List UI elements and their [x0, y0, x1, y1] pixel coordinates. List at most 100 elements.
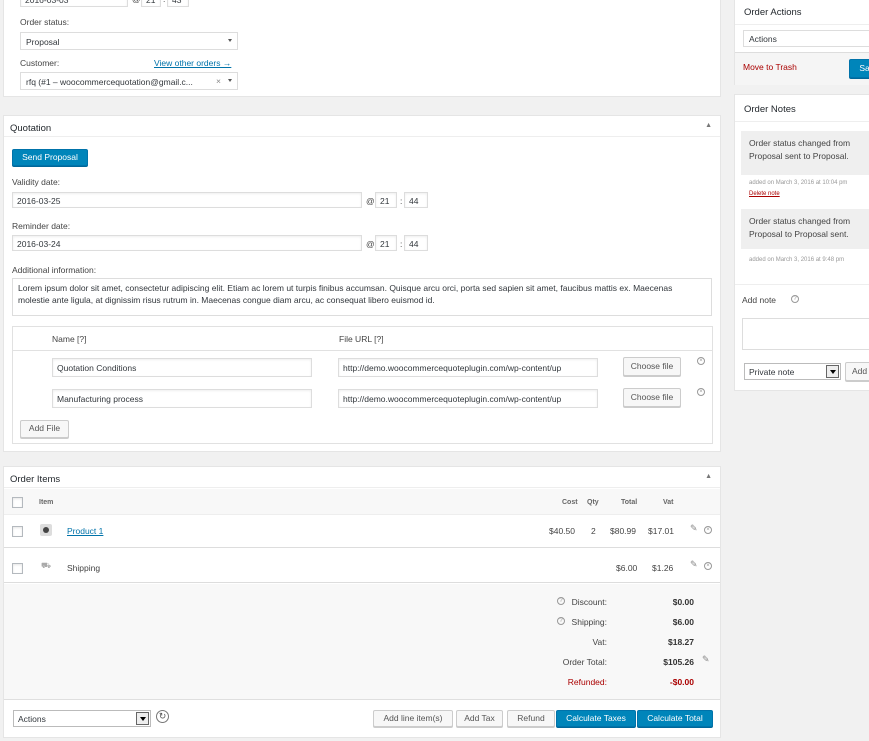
colon-label: :: [400, 239, 403, 249]
files-table: Name [?] File URL [?] Quotation Conditio…: [12, 326, 713, 444]
discount-label: Discount:: [571, 597, 607, 607]
note-type-select[interactable]: Private note: [744, 363, 841, 380]
refund-button[interactable]: Refund: [507, 710, 555, 727]
order-note: Order status changed from Proposal sent …: [741, 131, 869, 175]
note-text: Order status changed from Proposal sent …: [749, 138, 851, 161]
reminder-minute-input[interactable]: 44: [404, 235, 428, 251]
add-note-textarea[interactable]: [742, 318, 869, 350]
collapse-icon[interactable]: ▲: [705, 122, 712, 129]
files-header-name: Name [?]: [52, 334, 87, 344]
validity-hour-input[interactable]: 21: [375, 192, 397, 208]
edit-icon[interactable]: ✎: [690, 523, 698, 534]
validity-date-input[interactable]: 2016-03-25: [12, 192, 362, 208]
help-icon: ?: [557, 597, 565, 605]
product-total: $80.99: [610, 526, 636, 536]
remove-file-icon[interactable]: ×: [697, 388, 705, 396]
order-total-value: $105.26: [663, 657, 694, 667]
order-notes-header[interactable]: Order Notes: [735, 95, 869, 122]
save-button[interactable]: Save: [849, 59, 869, 78]
bulk-actions-select[interactable]: Actions: [13, 710, 151, 727]
shipping-name: Shipping: [67, 563, 101, 573]
customer-label: Customer:: [20, 58, 60, 68]
order-details-panel: 2016-03-03 @ 21 : 43 Order status: Propo…: [3, 0, 721, 97]
order-actions-value: Actions: [749, 34, 777, 44]
edit-icon[interactable]: ✎: [690, 559, 698, 570]
add-tax-button[interactable]: Add Tax: [456, 710, 503, 727]
file-row: Manufacturing process http://demo.woocom…: [13, 383, 712, 414]
shipping-vat: $1.26: [652, 563, 674, 573]
view-other-orders-link[interactable]: View other orders →: [154, 58, 231, 68]
delete-note-link[interactable]: Delete note: [749, 191, 780, 197]
reminder-hour-input[interactable]: 21: [375, 235, 397, 251]
note-text: Order status changed from Proposal to Pr…: [749, 216, 851, 239]
table-row: ⛟ Shipping $6.00 $1.26 ✎ ×: [4, 551, 720, 583]
select-all-checkbox[interactable]: [12, 497, 23, 508]
add-note-label: Add note: [742, 295, 777, 305]
collapse-icon[interactable]: ▲: [705, 473, 712, 480]
add-line-items-button[interactable]: Add line item(s): [373, 710, 453, 727]
validity-minute-input[interactable]: 44: [404, 192, 428, 208]
chevron-down-icon: [826, 365, 839, 378]
send-proposal-button[interactable]: Send Proposal: [12, 149, 88, 166]
order-date-input[interactable]: 2016-03-03: [20, 0, 128, 7]
validity-date-label: Validity date:: [12, 177, 61, 187]
shipping-checkbox[interactable]: [12, 563, 23, 574]
product-qty: 2: [591, 526, 596, 536]
move-to-trash-link[interactable]: Move to Trash: [743, 62, 797, 72]
file-name-input[interactable]: Manufacturing process: [52, 389, 312, 408]
order-actions-select[interactable]: Actions: [743, 30, 869, 47]
clear-icon[interactable]: ×: [216, 76, 221, 86]
at-label: @: [366, 239, 375, 249]
order-minute-input[interactable]: 43: [167, 0, 189, 7]
chevron-down-icon: [228, 39, 232, 42]
calculate-total-button[interactable]: Calculate Total: [637, 710, 713, 727]
order-total-label: Order Total:: [562, 657, 607, 667]
customer-select[interactable]: rfq (#1 – woocommercequotation@gmail.c..…: [20, 72, 238, 90]
reminder-date-label: Reminder date:: [12, 221, 71, 231]
add-note-button[interactable]: Add: [845, 362, 869, 381]
calculate-taxes-button[interactable]: Calculate Taxes: [556, 710, 636, 727]
file-url-input[interactable]: http://demo.woocommercequoteplugin.com/w…: [338, 358, 598, 377]
edit-total-icon[interactable]: ✎: [702, 654, 710, 665]
help-icon: ?: [557, 617, 565, 625]
product-link[interactable]: Product 1: [67, 526, 103, 536]
file-url-input[interactable]: http://demo.woocommercequoteplugin.com/w…: [338, 389, 598, 408]
order-status-label: Order status:: [20, 17, 70, 27]
order-items-header[interactable]: Order Items ▲: [4, 467, 720, 488]
reminder-date-input[interactable]: 2016-03-24: [12, 235, 362, 251]
order-actions-panel: Order Actions Actions Move to Trash Save: [734, 0, 869, 85]
refresh-icon[interactable]: ↻: [156, 710, 169, 723]
quotation-panel: Quotation ▲ Send Proposal Validity date:…: [3, 115, 721, 452]
order-items-panel: Order Items ▲ Item Cost Qty Total Vat Pr…: [3, 466, 721, 738]
colon-label: :: [400, 196, 403, 206]
help-icon: ?: [791, 295, 799, 303]
colon-label: :: [163, 0, 165, 4]
additional-info-textarea[interactable]: Lorem ipsum dolor sit amet, consectetur …: [12, 278, 712, 316]
choose-file-button[interactable]: Choose file: [623, 357, 681, 376]
quotation-title: Quotation: [10, 123, 52, 134]
product-cost: $40.50: [549, 526, 575, 536]
discount-value: $0.00: [672, 597, 694, 607]
chevron-down-icon: [136, 712, 149, 725]
remove-item-icon[interactable]: ×: [704, 526, 712, 534]
add-file-button[interactable]: Add File: [20, 420, 69, 438]
order-notes-title: Order Notes: [744, 104, 796, 115]
choose-file-button[interactable]: Choose file: [623, 388, 681, 407]
col-item: Item: [39, 499, 54, 506]
file-name-input[interactable]: Quotation Conditions: [52, 358, 312, 377]
order-notes-panel: Order Notes Order status changed from Pr…: [734, 94, 869, 391]
remove-file-icon[interactable]: ×: [697, 357, 705, 365]
refunded-label: Refunded:: [567, 677, 607, 687]
shipping-total-label: Shipping:: [571, 617, 607, 627]
order-hour-input[interactable]: 21: [141, 0, 161, 7]
chevron-down-icon: [228, 79, 232, 82]
order-status-select[interactable]: Proposal: [20, 32, 238, 50]
col-cost: Cost: [562, 499, 578, 506]
order-actions-header[interactable]: Order Actions: [735, 0, 869, 25]
note-meta: added on March 3, 2016 at 9:48 pm: [749, 257, 845, 263]
item-checkbox[interactable]: [12, 526, 23, 537]
quotation-header[interactable]: Quotation ▲: [4, 116, 720, 137]
items-table-header: Item Cost Qty Total Vat: [4, 489, 720, 515]
order-note: Order status changed from Proposal to Pr…: [741, 209, 869, 249]
remove-item-icon[interactable]: ×: [704, 562, 712, 570]
